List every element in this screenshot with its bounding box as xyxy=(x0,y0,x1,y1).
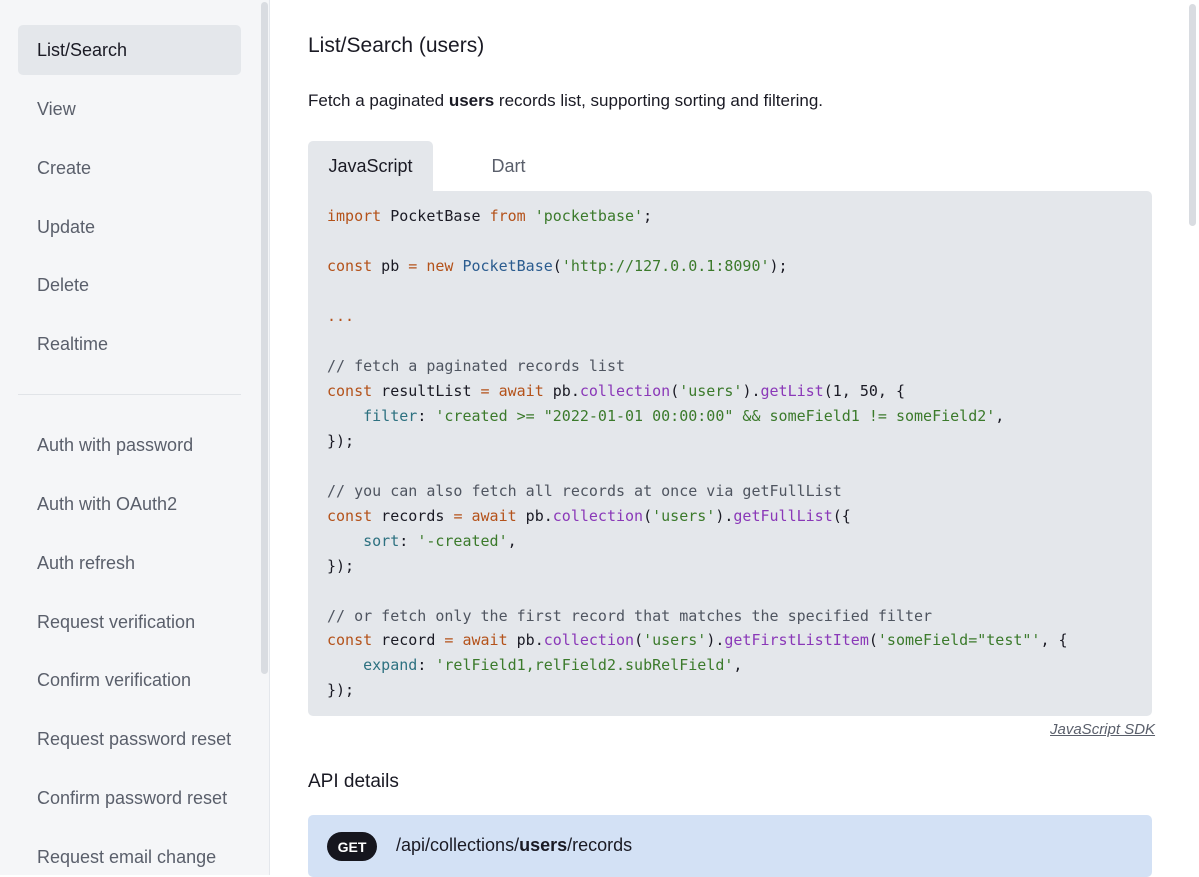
tab-javascript[interactable]: JavaScript xyxy=(308,141,433,192)
desc-suffix: records list, supporting sorting and fil… xyxy=(494,91,824,110)
api-path-prefix: /api/collections/ xyxy=(396,835,520,855)
code-block: import PocketBase from 'pocketbase'; con… xyxy=(308,191,1152,716)
sidebar-item-label: Request email change xyxy=(37,846,217,867)
sidebar-item-label: Auth with password xyxy=(37,434,194,455)
api-endpoint-box: GET /api/collections/users/records xyxy=(308,815,1152,877)
sidebar-divider xyxy=(18,394,241,395)
sidebar-item-label: List/Search xyxy=(37,39,128,60)
desc-collection: users xyxy=(448,91,495,110)
code-line: }); xyxy=(327,557,355,575)
sidebar-item-label: Realtime xyxy=(37,333,109,354)
desc-prefix: Fetch a paginated xyxy=(308,91,449,110)
code-comment: // you can also fetch all records at onc… xyxy=(327,482,842,500)
sidebar-item-label: Auth refresh xyxy=(37,552,136,573)
sidebar-item-list-search[interactable]: List/Search xyxy=(18,25,241,75)
sidebar-item-label: Create xyxy=(37,157,92,178)
api-details-heading: API details xyxy=(308,771,399,792)
sidebar-item-label: Delete xyxy=(37,274,90,295)
sidebar-item-request-verification[interactable]: Request verification xyxy=(18,597,241,647)
sidebar-item-label: Request password reset xyxy=(37,728,232,749)
sidebar-item-request-password-reset[interactable]: Request password reset xyxy=(18,714,241,764)
code-line: sort: '-created', xyxy=(327,532,517,550)
sidebar-item-realtime[interactable]: Realtime xyxy=(18,319,241,369)
sidebar-item-label: Auth with OAuth2 xyxy=(37,493,178,514)
code-line: filter: 'created >= "2022-01-01 00:00:00… xyxy=(327,407,1005,425)
page-scrollbar[interactable] xyxy=(1189,4,1196,226)
sidebar-item-label: Update xyxy=(37,216,96,237)
sidebar: List/Search View Create Update Delete Re… xyxy=(0,0,270,875)
sidebar-item-label: Confirm password reset xyxy=(37,787,228,808)
code-comment: // or fetch only the first record that m… xyxy=(327,607,933,625)
sidebar-item-view[interactable]: View xyxy=(18,84,241,134)
code-line: }); xyxy=(327,432,355,450)
sidebar-item-label: View xyxy=(37,98,76,119)
code-line: }); xyxy=(327,681,355,699)
sidebar-item-update[interactable]: Update xyxy=(18,202,241,252)
sidebar-item-auth-with-oauth2[interactable]: Auth with OAuth2 xyxy=(18,479,241,529)
sidebar-item-auth-refresh[interactable]: Auth refresh xyxy=(18,538,241,588)
code-line: import PocketBase from 'pocketbase'; xyxy=(327,207,653,225)
sidebar-item-create[interactable]: Create xyxy=(18,143,241,193)
page-description: Fetch a paginated users records list, su… xyxy=(308,91,823,111)
code-comment: // fetch a paginated records list xyxy=(327,357,626,375)
code-line: const pb = new PocketBase('http://127.0.… xyxy=(327,257,788,275)
code-line: expand: 'relField1,relField2.subRelField… xyxy=(327,656,743,674)
api-path-collection: users xyxy=(519,835,568,855)
sidebar-item-delete[interactable]: Delete xyxy=(18,260,241,310)
page-title: List/Search (users) xyxy=(308,34,485,57)
code-line: const resultList = await pb.collection('… xyxy=(327,382,905,400)
sidebar-scrollbar[interactable] xyxy=(261,2,268,674)
tab-dart[interactable]: Dart xyxy=(446,141,571,192)
sidebar-item-confirm-verification[interactable]: Confirm verification xyxy=(18,655,241,705)
code-line: ... xyxy=(327,307,355,325)
sidebar-item-request-email-change[interactable]: Request email change xyxy=(18,832,241,875)
sidebar-item-label: Request verification xyxy=(37,611,196,632)
api-path-suffix: /records xyxy=(567,835,633,855)
sidebar-item-confirm-password-reset[interactable]: Confirm password reset xyxy=(18,773,241,823)
http-method-badge: GET xyxy=(327,832,377,861)
sdk-link[interactable]: JavaScript SDK xyxy=(1050,721,1155,738)
api-path: /api/collections/users/records xyxy=(396,835,632,856)
code-line: const record = await pb.collection('user… xyxy=(327,631,1068,649)
code-line: const records = await pb.collection('use… xyxy=(327,507,851,525)
sidebar-item-auth-with-password[interactable]: Auth with password xyxy=(18,420,241,470)
sidebar-item-label: Confirm verification xyxy=(37,669,192,690)
